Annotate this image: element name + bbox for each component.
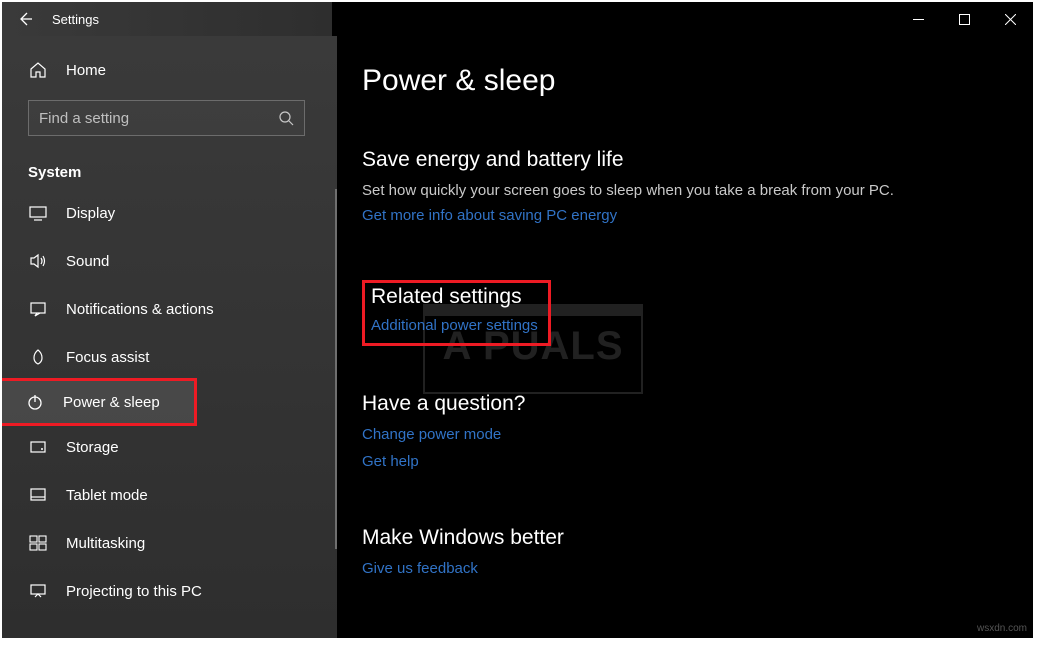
save-energy-heading: Save energy and battery life xyxy=(362,148,1013,172)
get-help-link[interactable]: Get help xyxy=(362,453,419,470)
sidebar: Home Find a setting System Display xyxy=(2,36,337,638)
additional-power-settings-link[interactable]: Additional power settings xyxy=(371,317,538,334)
sidebar-item-label: Power & sleep xyxy=(63,394,160,411)
sound-icon xyxy=(28,251,48,271)
sidebar-nav: Display Sound Notifications & actions Fo… xyxy=(2,189,337,615)
sidebar-item-label: Notifications & actions xyxy=(66,301,214,318)
give-feedback-link[interactable]: Give us feedback xyxy=(362,560,478,577)
save-energy-desc: Set how quickly your screen goes to slee… xyxy=(362,182,1013,199)
sidebar-home-label: Home xyxy=(66,62,106,79)
sidebar-item-label: Sound xyxy=(66,253,109,270)
maximize-button[interactable] xyxy=(941,2,987,36)
search-input[interactable]: Find a setting xyxy=(28,100,305,136)
related-heading: Related settings xyxy=(371,285,538,309)
maximize-icon xyxy=(959,14,970,25)
back-button[interactable] xyxy=(2,2,48,36)
tablet-icon xyxy=(28,485,48,505)
sidebar-category: System xyxy=(2,146,337,189)
sidebar-item-multitasking[interactable]: Multitasking xyxy=(2,519,337,567)
title-bar: Settings xyxy=(2,2,1033,36)
main-content: Power & sleep Save energy and battery li… xyxy=(337,36,1033,638)
save-energy-link[interactable]: Get more info about saving PC energy xyxy=(362,207,617,224)
projecting-icon xyxy=(28,581,48,601)
footer-watermark: wsxdn.com xyxy=(977,623,1027,634)
sidebar-item-focus-assist[interactable]: Focus assist xyxy=(2,333,337,381)
sidebar-item-power-sleep[interactable]: Power & sleep xyxy=(2,378,197,426)
section-save-energy: Save energy and battery life Set how qui… xyxy=(362,148,1013,234)
highlight-box: Related settings Additional power settin… xyxy=(362,280,551,346)
display-icon xyxy=(28,203,48,223)
section-have-question: Have a question? Change power mode Get h… xyxy=(362,392,1013,480)
page-title: Power & sleep xyxy=(362,64,1013,98)
question-heading: Have a question? xyxy=(362,392,1013,416)
sidebar-item-label: Tablet mode xyxy=(66,487,148,504)
sidebar-item-label: Storage xyxy=(66,439,119,456)
sidebar-item-label: Projecting to this PC xyxy=(66,583,202,600)
sidebar-item-projecting[interactable]: Projecting to this PC xyxy=(2,567,337,615)
arrow-left-icon xyxy=(17,11,33,27)
sidebar-item-tablet-mode[interactable]: Tablet mode xyxy=(2,471,337,519)
home-icon xyxy=(28,60,48,80)
multitasking-icon xyxy=(28,533,48,553)
focus-assist-icon xyxy=(28,347,48,367)
sidebar-item-display[interactable]: Display xyxy=(2,189,337,237)
sidebar-home[interactable]: Home xyxy=(2,50,337,90)
feedback-heading: Make Windows better xyxy=(362,526,1013,550)
change-power-mode-link[interactable]: Change power mode xyxy=(362,426,501,443)
search-icon xyxy=(278,110,294,126)
window-title: Settings xyxy=(48,12,99,27)
minimize-icon xyxy=(913,14,924,25)
sidebar-item-label: Focus assist xyxy=(66,349,149,366)
settings-window: Settings xyxy=(2,2,1033,638)
sidebar-item-label: Multitasking xyxy=(66,535,145,552)
sidebar-item-notifications[interactable]: Notifications & actions xyxy=(2,285,337,333)
storage-icon xyxy=(28,437,48,457)
section-feedback: Make Windows better Give us feedback xyxy=(362,526,1013,587)
minimize-button[interactable] xyxy=(895,2,941,36)
sidebar-item-sound[interactable]: Sound xyxy=(2,237,337,285)
section-related-settings: Related settings Additional power settin… xyxy=(362,280,1013,346)
close-button[interactable] xyxy=(987,2,1033,36)
power-icon xyxy=(25,392,45,412)
search-placeholder: Find a setting xyxy=(39,110,278,127)
sidebar-item-storage[interactable]: Storage xyxy=(2,423,337,471)
close-icon xyxy=(1005,14,1016,25)
notifications-icon xyxy=(28,299,48,319)
sidebar-item-label: Display xyxy=(66,205,115,222)
